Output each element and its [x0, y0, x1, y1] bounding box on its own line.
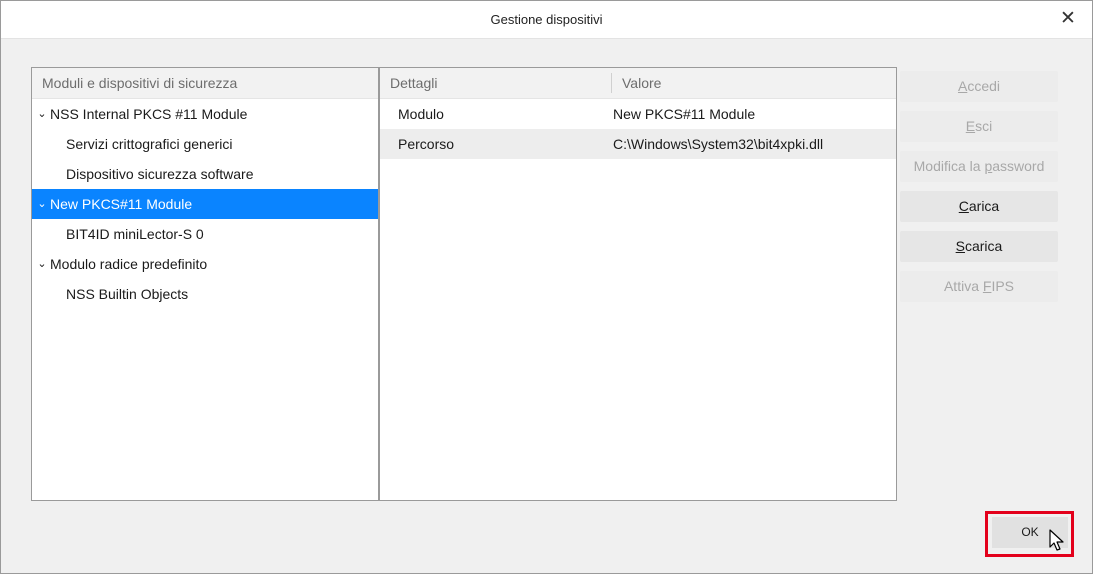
- tree-item-generic-crypto[interactable]: Servizi crittografici generici: [32, 129, 378, 159]
- tree-item-label: New PKCS#11 Module: [50, 196, 193, 212]
- accelerator-key: S: [955, 238, 965, 254]
- detail-value: C:\Windows\System32\bit4xpki.dll: [613, 136, 824, 152]
- change-password-button[interactable]: Modifica la password: [900, 151, 1058, 182]
- enable-fips-button[interactable]: Attiva FIPS: [900, 271, 1058, 302]
- details-header-key[interactable]: Dettagli: [390, 75, 437, 91]
- detail-key: Modulo: [398, 106, 444, 122]
- chevron-down-icon[interactable]: ⌄: [37, 249, 47, 279]
- modules-tree: Moduli e dispositivi di sicurezza ⌄ NSS …: [31, 67, 379, 501]
- dialog-title: Gestione dispositivi: [490, 12, 603, 27]
- accelerator-key: E: [965, 118, 976, 134]
- tree-item-nss-internal[interactable]: ⌄ NSS Internal PKCS #11 Module: [32, 99, 378, 129]
- table-row[interactable]: Modulo New PKCS#11 Module: [380, 99, 896, 129]
- mouse-pointer-icon: [1049, 529, 1064, 551]
- button-text: Modifica la: [913, 158, 985, 174]
- dialog-content: Moduli e dispositivi di sicurezza ⌄ NSS …: [1, 39, 1092, 573]
- tree-item-new-pkcs11[interactable]: ⌄ New PKCS#11 Module: [32, 189, 378, 219]
- tree-item-label: NSS Internal PKCS #11 Module: [50, 106, 248, 122]
- button-text: arica: [968, 198, 1000, 214]
- device-manager-dialog: Gestione dispositivi ✕ Moduli e disposit…: [0, 0, 1093, 574]
- tree-item-label: Servizi crittografici generici: [66, 136, 233, 152]
- detail-value: New PKCS#11 Module: [613, 106, 756, 122]
- button-text: carica: [964, 238, 1003, 254]
- unload-button[interactable]: Scarica: [900, 231, 1058, 262]
- tree-item-builtin-objects[interactable]: NSS Builtin Objects: [32, 279, 378, 309]
- logout-button[interactable]: Esci: [900, 111, 1058, 142]
- tree-column-header[interactable]: Moduli e dispositivi di sicurezza: [32, 68, 378, 99]
- button-text: sci: [975, 118, 993, 134]
- button-text: assword: [992, 158, 1045, 174]
- accelerator-key: C: [958, 198, 969, 214]
- load-button[interactable]: Carica: [900, 191, 1058, 222]
- tree-item-software-device[interactable]: Dispositivo sicurezza software: [32, 159, 378, 189]
- tree-item-root-module[interactable]: ⌄ Modulo radice predefinito: [32, 249, 378, 279]
- column-separator[interactable]: [611, 73, 612, 93]
- close-icon[interactable]: ✕: [1058, 9, 1078, 29]
- tree-item-bit4id[interactable]: BIT4ID miniLector-S 0: [32, 219, 378, 249]
- title-bar: Gestione dispositivi ✕: [1, 1, 1092, 39]
- detail-key: Percorso: [398, 136, 455, 152]
- tree-item-label: Dispositivo sicurezza software: [66, 166, 254, 182]
- tree-item-label: Modulo radice predefinito: [50, 256, 208, 272]
- details-table: Dettagli Valore Modulo New PKCS#11 Modul…: [379, 67, 897, 501]
- table-row[interactable]: Percorso C:\Windows\System32\bit4xpki.dl…: [380, 129, 896, 159]
- tree-header-label: Moduli e dispositivi di sicurezza: [42, 75, 238, 91]
- login-button[interactable]: Accedi: [900, 71, 1058, 102]
- button-text: IPS: [991, 278, 1015, 294]
- button-text: ccedi: [967, 78, 1001, 94]
- tree-item-label: NSS Builtin Objects: [66, 286, 189, 302]
- details-column-header: Dettagli Valore: [380, 68, 896, 99]
- chevron-down-icon[interactable]: ⌄: [37, 99, 47, 129]
- details-header-value[interactable]: Valore: [622, 75, 661, 91]
- accelerator-key: A: [957, 78, 968, 94]
- chevron-down-icon[interactable]: ⌄: [37, 189, 47, 219]
- button-text: Attiva: [943, 278, 983, 294]
- tree-item-label: BIT4ID miniLector-S 0: [66, 226, 204, 242]
